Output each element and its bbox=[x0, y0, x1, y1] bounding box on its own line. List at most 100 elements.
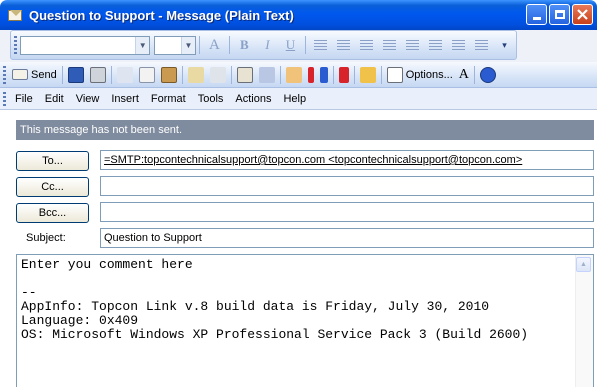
font-name-combo[interactable]: ▼ bbox=[19, 35, 151, 55]
message-body[interactable]: Enter you comment here -- AppInfo: Topco… bbox=[16, 254, 594, 387]
close-icon bbox=[577, 9, 588, 20]
cc-button[interactable]: Cc... bbox=[16, 177, 89, 197]
window-title: Question to Support - Message (Plain Tex… bbox=[29, 7, 294, 23]
align-left-icon[interactable] bbox=[311, 35, 330, 55]
increase-indent-icon[interactable] bbox=[449, 35, 468, 55]
align-right-icon[interactable] bbox=[357, 35, 376, 55]
numbering-icon[interactable] bbox=[403, 35, 422, 55]
cc-row: Cc... bbox=[16, 176, 594, 198]
menu-bar: File Edit View Insert Format Tools Actio… bbox=[0, 88, 597, 110]
chevron-down-icon[interactable]: ▼ bbox=[135, 36, 150, 54]
to-button[interactable]: To... bbox=[16, 151, 89, 171]
options-icon bbox=[386, 66, 403, 83]
separator bbox=[198, 36, 200, 54]
address-book-button[interactable] bbox=[234, 64, 256, 86]
copy-icon bbox=[138, 66, 155, 83]
bullets-icon[interactable] bbox=[380, 35, 399, 55]
paste-button[interactable] bbox=[158, 64, 180, 86]
chevron-down-icon[interactable]: ▼ bbox=[180, 36, 195, 54]
separator bbox=[380, 65, 382, 84]
help-button[interactable] bbox=[477, 64, 499, 86]
follow-up-button[interactable] bbox=[336, 64, 352, 86]
vertical-scrollbar[interactable]: ▲ bbox=[575, 255, 593, 387]
separator bbox=[230, 65, 232, 84]
separator bbox=[332, 65, 334, 84]
send-button[interactable]: Send bbox=[9, 64, 60, 86]
title-bar: Question to Support - Message (Plain Tex… bbox=[0, 0, 597, 30]
permission-button[interactable] bbox=[357, 64, 379, 86]
to-field[interactable]: =SMTP:topcontechnicalsupport@topcon.com … bbox=[100, 150, 594, 170]
maximize-button[interactable] bbox=[549, 4, 570, 25]
save-button[interactable] bbox=[65, 64, 87, 86]
align-center-icon[interactable] bbox=[334, 35, 353, 55]
toolbar-grip[interactable] bbox=[14, 36, 17, 54]
arrow-down-blue-icon bbox=[319, 66, 328, 83]
print-button[interactable] bbox=[87, 64, 109, 86]
address-book-icon bbox=[236, 66, 253, 83]
menu-view[interactable]: View bbox=[70, 93, 106, 105]
minimize-button[interactable] bbox=[526, 4, 547, 25]
paperclip-icon bbox=[209, 66, 226, 83]
bcc-button[interactable]: Bcc... bbox=[16, 203, 89, 223]
print-icon bbox=[89, 66, 106, 83]
subject-field[interactable]: Question to Support bbox=[100, 228, 594, 248]
horizontal-line-icon[interactable] bbox=[472, 35, 491, 55]
separator bbox=[61, 65, 63, 84]
standard-toolbar: Send Options... A bbox=[0, 62, 597, 88]
message-body-text[interactable]: Enter you comment here -- AppInfo: Topco… bbox=[17, 255, 593, 345]
message-envelope-icon[interactable] bbox=[8, 7, 24, 23]
underline-button[interactable]: U bbox=[281, 35, 300, 55]
menu-tools[interactable]: Tools bbox=[192, 93, 230, 105]
cut-button[interactable] bbox=[114, 64, 136, 86]
options-button[interactable]: Options... bbox=[384, 64, 456, 86]
separator bbox=[473, 65, 475, 84]
toolbar-grip[interactable] bbox=[3, 91, 6, 106]
separator bbox=[110, 65, 112, 84]
toolbar-area: ▼ ▼ A B I U ▾ Send Options... A File Edi… bbox=[0, 30, 597, 110]
menu-insert[interactable]: Insert bbox=[105, 93, 145, 105]
to-row: To... =SMTP:topcontechnicalsupport@topco… bbox=[16, 150, 594, 172]
close-button[interactable] bbox=[572, 4, 593, 25]
menu-help[interactable]: Help bbox=[277, 93, 312, 105]
bcc-field[interactable] bbox=[100, 202, 594, 222]
separator bbox=[228, 36, 230, 54]
font-size-label: A bbox=[458, 66, 469, 82]
send-label: Send bbox=[31, 68, 57, 81]
cc-field[interactable] bbox=[100, 176, 594, 196]
toolbar-options-chevron-icon[interactable]: ▾ bbox=[495, 35, 514, 55]
flag-icon bbox=[338, 66, 349, 83]
insert-file-button[interactable] bbox=[207, 64, 229, 86]
menu-format[interactable]: Format bbox=[145, 93, 192, 105]
check-names-person-button[interactable] bbox=[256, 64, 278, 86]
separator bbox=[181, 65, 183, 84]
bcc-row: Bcc... bbox=[16, 202, 594, 224]
font-color-button[interactable]: A bbox=[205, 35, 224, 55]
toolbar-grip[interactable] bbox=[3, 65, 6, 84]
menu-actions[interactable]: Actions bbox=[229, 93, 277, 105]
separator bbox=[353, 65, 355, 84]
person-check-icon bbox=[258, 66, 275, 83]
italic-button[interactable]: I bbox=[258, 35, 277, 55]
font-size-button[interactable]: A bbox=[456, 64, 472, 86]
menu-edit[interactable]: Edit bbox=[39, 93, 70, 105]
paste-icon bbox=[160, 66, 177, 83]
exclamation-red-icon bbox=[307, 66, 314, 83]
importance-low-button[interactable] bbox=[317, 64, 331, 86]
scroll-up-arrow-icon[interactable]: ▲ bbox=[576, 257, 591, 272]
decrease-indent-icon[interactable] bbox=[426, 35, 445, 55]
help-icon bbox=[479, 66, 496, 83]
window-controls bbox=[526, 4, 593, 25]
font-size-combo[interactable]: ▼ bbox=[154, 35, 196, 55]
signature-button[interactable] bbox=[283, 64, 305, 86]
formatting-toolbar: ▼ ▼ A B I U ▾ bbox=[10, 30, 517, 60]
check-names-button[interactable] bbox=[185, 64, 207, 86]
bold-button[interactable]: B bbox=[235, 35, 254, 55]
separator bbox=[279, 65, 281, 84]
check-names-icon bbox=[187, 66, 204, 83]
importance-high-button[interactable] bbox=[305, 64, 317, 86]
copy-button[interactable] bbox=[136, 64, 158, 86]
scissors-icon bbox=[116, 66, 133, 83]
permission-icon bbox=[359, 66, 376, 83]
menu-file[interactable]: File bbox=[9, 93, 39, 105]
send-envelope-icon bbox=[12, 69, 28, 80]
